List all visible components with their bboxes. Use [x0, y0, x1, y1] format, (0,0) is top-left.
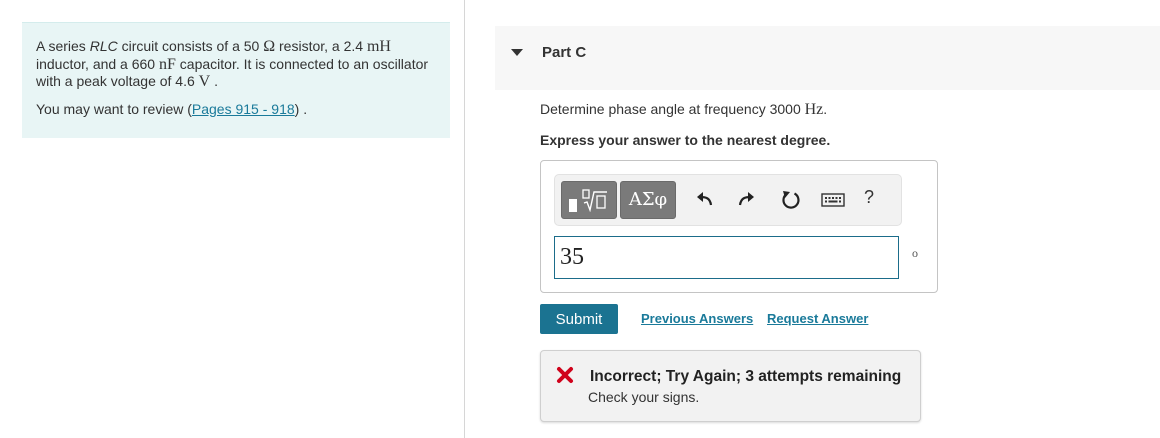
question-suffix: .	[823, 101, 828, 117]
problem-text: circuit consists of a 50	[117, 38, 264, 54]
problem-text: .	[210, 73, 219, 89]
question-text: Determine phase angle at frequency 3000 …	[540, 101, 827, 119]
help-button[interactable]: ?	[864, 187, 880, 209]
answer-input[interactable]	[554, 236, 899, 279]
millihenry-unit: mH	[366, 38, 391, 55]
problem-circuit-type: RLC	[89, 38, 118, 54]
submit-button[interactable]: Submit	[540, 304, 618, 334]
degree-unit: o	[912, 246, 918, 260]
keyboard-icon[interactable]	[821, 191, 845, 209]
problem-text: resistor, a 2.4	[275, 38, 367, 54]
volt-unit: V	[198, 73, 211, 90]
answer-instruction: Express your answer to the nearest degre…	[540, 132, 831, 148]
sqrt-template-icon	[582, 189, 607, 212]
part-header[interactable]: Part C	[495, 26, 1160, 90]
review-pages-link[interactable]: Pages 915 - 918	[192, 101, 295, 117]
problem-panel: A series RLC circuit consists of a 50 Ω …	[22, 22, 450, 138]
feedback-title: Incorrect; Try Again; 3 attempts remaini…	[590, 368, 902, 385]
nanofarad-unit: nF	[159, 55, 176, 73]
incorrect-x-icon	[557, 367, 573, 383]
greek-symbols-button[interactable]: ΑΣφ	[620, 181, 676, 219]
problem-text: inductor, and a 660	[36, 55, 159, 72]
undo-icon[interactable]	[694, 189, 716, 211]
reset-icon[interactable]	[780, 189, 802, 211]
templates-button[interactable]	[561, 181, 617, 219]
redo-icon[interactable]	[735, 189, 757, 211]
answer-box: ΑΣφ ? o	[540, 160, 938, 293]
review-prefix: You may want to review (	[36, 100, 192, 117]
request-answer-link[interactable]: Request Answer	[767, 311, 868, 326]
feedback-box: Incorrect; Try Again; 3 attempts remaini…	[540, 350, 921, 422]
ohm-unit: Ω	[263, 38, 276, 55]
feedback-hint: Check your signs.	[588, 389, 700, 405]
panel-divider	[464, 0, 465, 438]
problem-statement: A series RLC circuit consists of a 50 Ω …	[36, 38, 436, 91]
hertz-unit: Hz	[804, 101, 824, 118]
collapse-caret-icon[interactable]	[511, 49, 523, 56]
template-block-icon	[569, 199, 577, 212]
review-note: You may want to review (Pages 915 - 918)…	[36, 101, 436, 119]
part-title: Part C	[542, 44, 587, 61]
question-prefix: Determine phase angle at frequency 3000	[540, 101, 805, 117]
review-suffix: ) .	[294, 100, 308, 117]
math-toolbar: ΑΣφ ?	[554, 174, 902, 226]
previous-answers-link[interactable]: Previous Answers	[641, 311, 753, 326]
problem-text: A series	[36, 38, 90, 54]
